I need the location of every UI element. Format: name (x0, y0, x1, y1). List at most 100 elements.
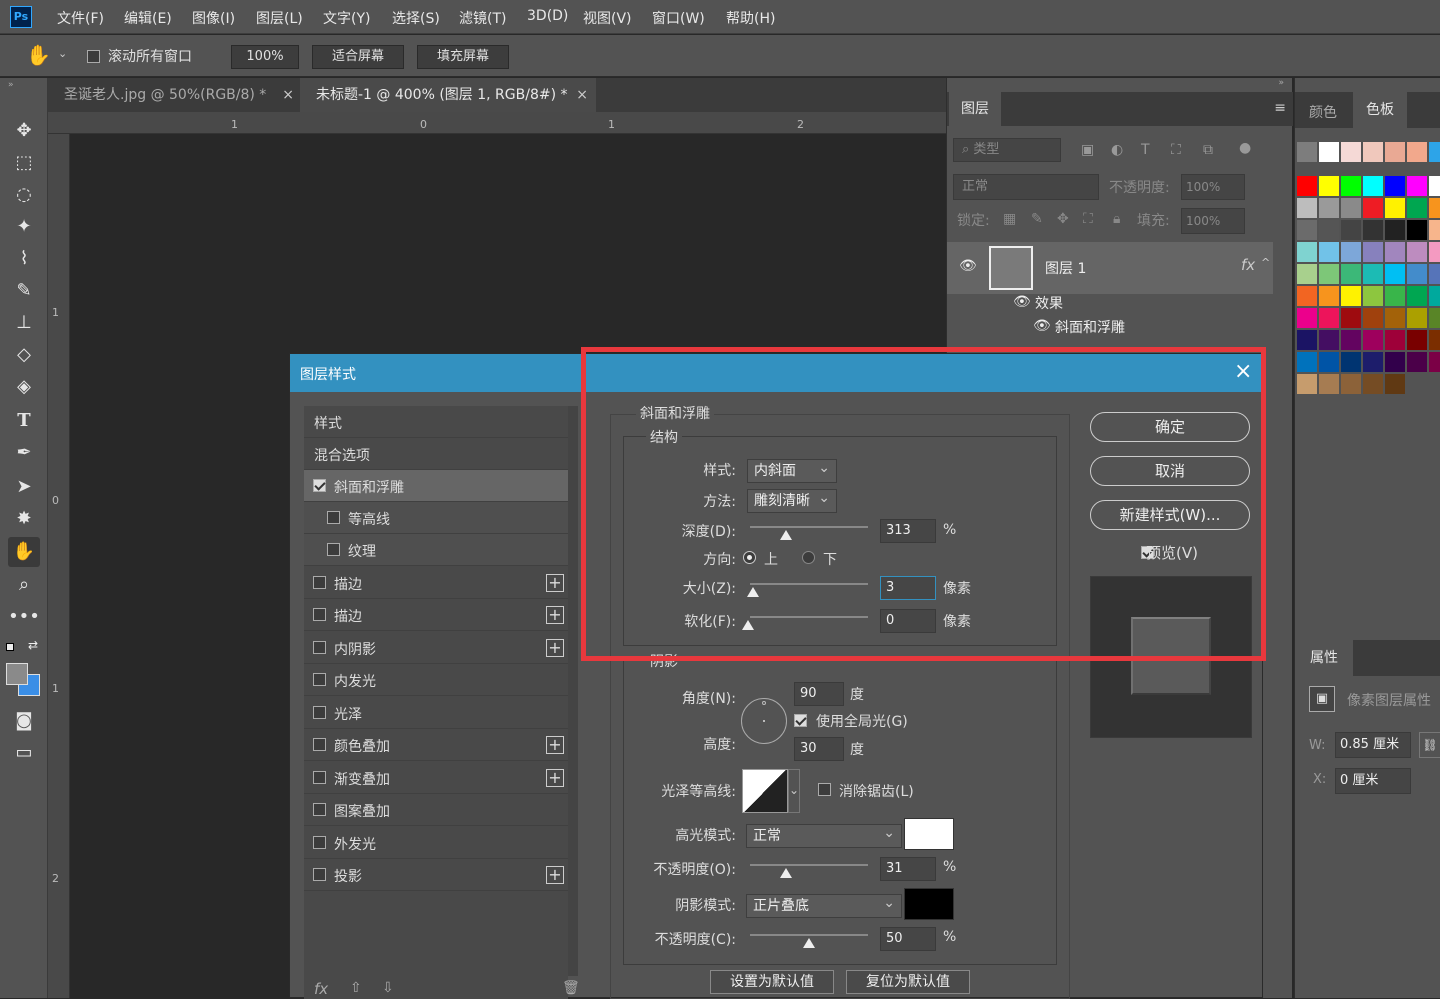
tab-santa[interactable]: 圣诞老人.jpg @ 50%(RGB/8) * × (48, 78, 298, 112)
style-item[interactable]: 等高线 (304, 502, 568, 534)
style-checkbox[interactable] (313, 771, 326, 784)
tab-untitled[interactable]: 未标题-1 @ 400% (图层 1, RGB/8#) * × (300, 78, 596, 112)
fit-screen-button[interactable]: 适合屏幕 (312, 45, 404, 69)
brush-tool-icon[interactable]: ✎ (8, 276, 40, 306)
style-checkbox[interactable] (327, 543, 340, 556)
color-swatch[interactable] (1363, 242, 1383, 262)
color-swatch[interactable] (1297, 286, 1317, 306)
color-swatch[interactable] (1385, 242, 1405, 262)
add-icon[interactable]: + (546, 736, 564, 754)
color-swatch[interactable] (1341, 176, 1361, 196)
close-icon[interactable]: × (282, 78, 294, 112)
color-swatch[interactable] (1319, 374, 1339, 394)
color-swatch[interactable] (1385, 286, 1405, 306)
color-swatch[interactable] (1319, 142, 1339, 162)
color-swatch[interactable] (1407, 198, 1427, 218)
color-swatch[interactable] (1363, 264, 1383, 284)
collapse-icon[interactable]: » (1278, 78, 1284, 88)
angle-dial[interactable] (741, 698, 787, 744)
link-icon[interactable]: ⛓ (1419, 732, 1440, 758)
color-swatch[interactable] (1297, 330, 1317, 350)
color-swatch[interactable] (1319, 308, 1339, 328)
color-swatch[interactable] (1341, 308, 1361, 328)
color-swatch[interactable] (1429, 286, 1440, 306)
color-swatch[interactable] (1319, 264, 1339, 284)
path-select-tool-icon[interactable]: ➤ (8, 472, 40, 502)
lock-artboard-icon[interactable]: ⛶ (1083, 211, 1093, 227)
move-tool-icon[interactable]: ✥ (8, 116, 40, 146)
style-checkbox[interactable] (313, 868, 326, 881)
style-item[interactable]: 图案叠加 (304, 794, 568, 826)
color-swatch[interactable] (1341, 352, 1361, 372)
style-checkbox[interactable] (313, 673, 326, 686)
color-swatch[interactable] (1297, 142, 1317, 162)
altitude-input[interactable]: 30 (794, 737, 844, 761)
style-checkbox[interactable] (313, 479, 326, 492)
color-swatch[interactable] (1385, 176, 1405, 196)
color-swatch[interactable] (1363, 308, 1383, 328)
collapse-icon[interactable]: » (8, 80, 14, 90)
eyedropper-tool-icon[interactable]: ⌇ (8, 244, 40, 274)
zoom-tool-icon[interactable]: ⌕ (8, 570, 40, 600)
style-checkbox[interactable] (313, 836, 326, 849)
shadow-color-swatch[interactable] (904, 888, 954, 920)
magic-wand-tool-icon[interactable]: ✦ (8, 212, 40, 242)
scroll-all-checkbox[interactable] (87, 50, 100, 63)
color-swatch[interactable] (1407, 176, 1427, 196)
color-swatch[interactable] (1407, 264, 1427, 284)
menu-view[interactable]: 视图(V) (583, 8, 632, 28)
shadow-opacity-thumb[interactable] (803, 938, 815, 948)
style-item[interactable]: 斜面和浮雕 (304, 470, 568, 502)
highlight-opacity-slider[interactable] (750, 864, 868, 866)
color-swatch[interactable] (1429, 352, 1440, 372)
color-swatch[interactable] (1429, 264, 1440, 284)
filter-type-select[interactable]: ⌕ 类型 (953, 138, 1061, 162)
color-swatch[interactable] (1363, 330, 1383, 350)
style-checkbox[interactable] (313, 608, 326, 621)
color-swatch[interactable] (1407, 220, 1427, 240)
color-swatch[interactable] (1319, 352, 1339, 372)
width-input[interactable]: 0.85 厘米 (1335, 732, 1411, 758)
style-checkbox[interactable] (313, 706, 326, 719)
menu-edit[interactable]: 编辑(E) (124, 8, 172, 28)
color-swatch[interactable] (1385, 330, 1405, 350)
quick-mask-icon[interactable]: ◙ (8, 706, 40, 736)
fill-input[interactable]: 100% (1181, 208, 1245, 234)
shadow-opacity-input[interactable]: 50 (880, 927, 936, 951)
color-swatch[interactable] (1429, 220, 1440, 240)
color-swatch[interactable] (1319, 198, 1339, 218)
style-item[interactable]: 纹理 (304, 534, 568, 566)
scrollbar[interactable] (568, 406, 578, 976)
color-swatch[interactable] (1385, 352, 1405, 372)
fx-icon[interactable]: fx (314, 980, 328, 998)
color-swatch[interactable] (1341, 220, 1361, 240)
color-swatch[interactable] (1297, 220, 1317, 240)
color-swatch[interactable] (1429, 330, 1440, 350)
color-swatch[interactable] (1385, 220, 1405, 240)
lasso-tool-icon[interactable]: ◌ (8, 180, 40, 210)
tab-layers[interactable]: 图层 (949, 92, 1001, 126)
style-item[interactable]: 描边 + (304, 567, 568, 599)
color-swatch[interactable] (1407, 142, 1427, 162)
screen-mode-icon[interactable]: ▭ (8, 738, 40, 768)
trash-icon[interactable]: 🗑︎ (562, 980, 580, 996)
pen-tool-icon[interactable]: ✒ (8, 438, 40, 468)
color-swatch[interactable] (1363, 198, 1383, 218)
lock-pixels-icon[interactable]: ✎ (1031, 211, 1043, 227)
color-swatch[interactable] (1341, 374, 1361, 394)
blend-mode-select[interactable]: 正常 (953, 174, 1099, 200)
lock-transparent-icon[interactable]: ▦ (1003, 211, 1016, 227)
adjust-filter-icon[interactable]: ◐ (1111, 142, 1123, 158)
type-filter-icon[interactable]: T (1141, 142, 1150, 158)
color-swatch[interactable] (1319, 220, 1339, 240)
menu-help[interactable]: 帮助(H) (726, 8, 775, 28)
color-swatch[interactable] (1297, 264, 1317, 284)
tab-color[interactable]: 颜色 (1309, 102, 1337, 122)
shape-filter-icon[interactable]: ⛶ (1171, 142, 1181, 158)
fx-icon[interactable]: fx (1241, 256, 1255, 274)
color-swatch[interactable] (1385, 142, 1405, 162)
style-item[interactable]: 渐变叠加 + (304, 762, 568, 794)
add-icon[interactable]: + (546, 639, 564, 657)
color-swatch[interactable] (1363, 176, 1383, 196)
style-item[interactable]: 颜色叠加 + (304, 729, 568, 761)
